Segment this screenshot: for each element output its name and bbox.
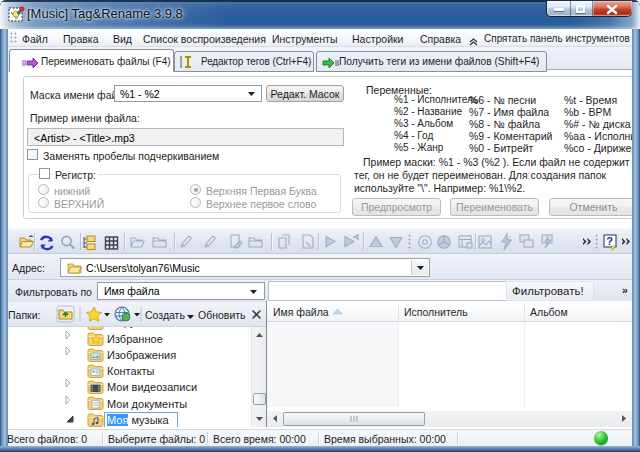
svg-text:?: ? (606, 235, 613, 247)
